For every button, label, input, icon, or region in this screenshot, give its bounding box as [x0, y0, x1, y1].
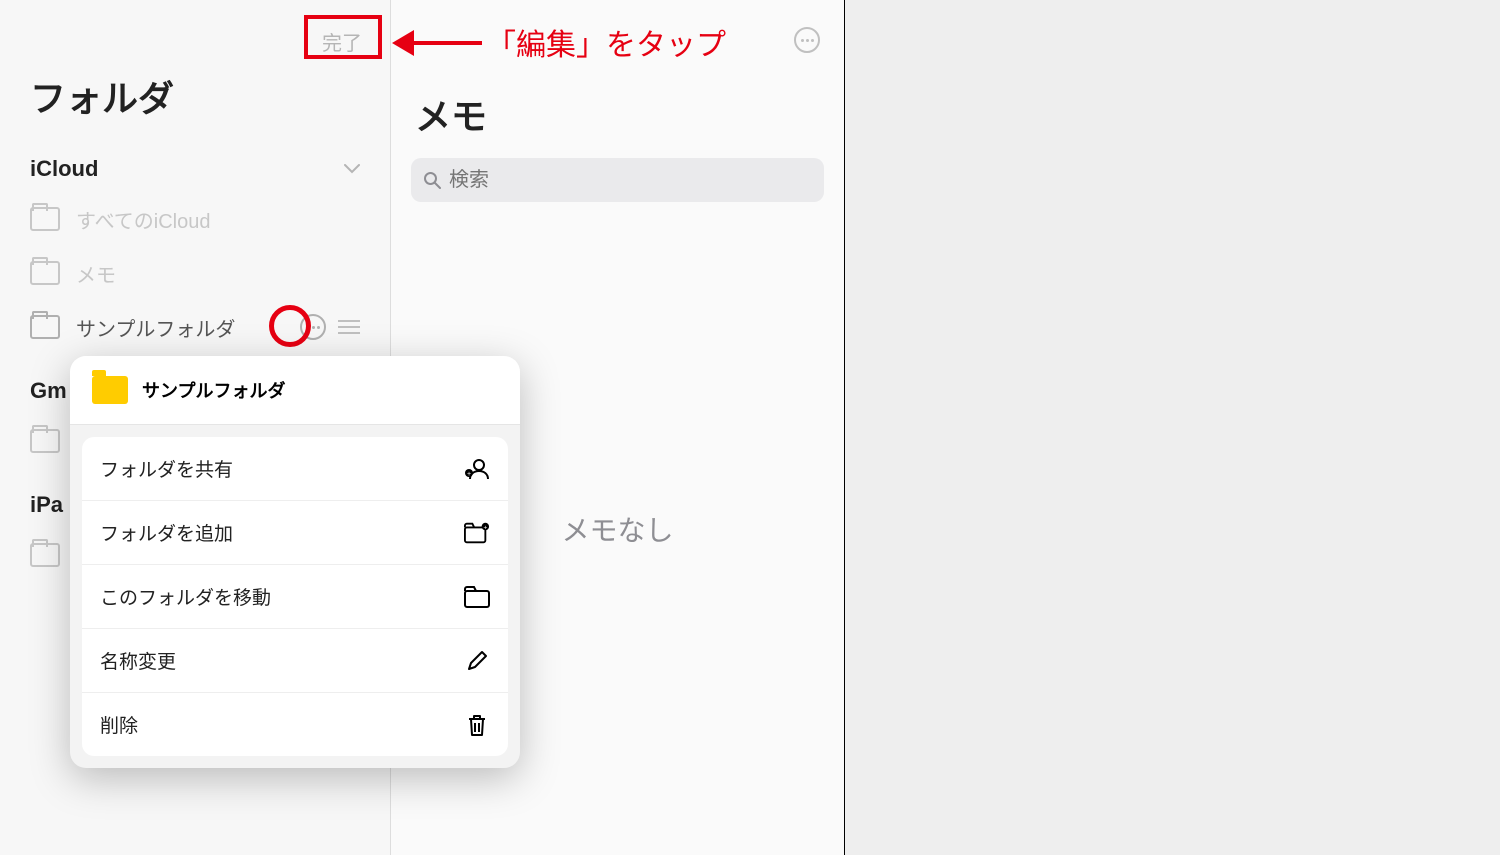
folder-icon [30, 261, 60, 285]
trash-icon [464, 712, 490, 738]
folder-label: サンプルフォルダ [76, 313, 235, 342]
popup-header: サンプルフォルダ [70, 356, 520, 425]
search-icon [423, 171, 441, 189]
folder-memo[interactable]: メモ [30, 246, 360, 300]
folder-label: すべてのiCloud [76, 205, 211, 234]
folder-icon [30, 543, 60, 567]
annotation-arrow: 「編集」をタップ [392, 20, 726, 64]
svg-text:+: + [467, 471, 471, 478]
menu-label: 削除 [100, 711, 138, 738]
menu-label: フォルダを追加 [100, 519, 233, 546]
menu-label: このフォルダを移動 [100, 583, 271, 610]
folder-sample[interactable]: サンプルフォルダ [30, 300, 360, 354]
menu-move-folder[interactable]: このフォルダを移動 [82, 565, 508, 629]
notes-app: フォルダ iCloud すべてのiCloud メモ サンプルフォルダ [0, 0, 845, 855]
section-label: iPa [30, 492, 63, 518]
share-person-icon: + [464, 456, 490, 482]
section-icloud: iCloud すべてのiCloud メモ サンプルフォルダ [0, 146, 390, 354]
menu-share-folder[interactable]: フォルダを共有 + [82, 437, 508, 501]
annotation-text: 「編集」をタップ [486, 20, 726, 64]
chevron-down-icon [344, 164, 360, 174]
popup-title: サンプルフォルダ [142, 377, 285, 403]
drag-handle-icon[interactable] [338, 320, 360, 334]
section-label: Gm [30, 378, 67, 404]
pencil-icon [464, 648, 490, 674]
menu-rename[interactable]: 名称変更 [82, 629, 508, 693]
menu-delete[interactable]: 削除 [82, 693, 508, 756]
more-icon[interactable] [794, 27, 820, 53]
svg-text:+: + [483, 524, 487, 531]
folder-plus-icon: + [464, 520, 490, 546]
section-header-icloud[interactable]: iCloud [30, 146, 360, 192]
menu-label: 名称変更 [100, 647, 176, 674]
folder-icon [30, 315, 60, 339]
folder-label: メモ [76, 259, 116, 288]
folder-icon [464, 584, 490, 610]
menu-label: フォルダを共有 [100, 455, 233, 482]
folder-icon [92, 376, 128, 404]
folder-context-popup: サンプルフォルダ フォルダを共有 + フォルダを追加 + このフォルダを移動 [70, 356, 520, 768]
notes-title: メモ [391, 60, 844, 158]
search-field[interactable] [411, 158, 824, 202]
folder-icon [30, 207, 60, 231]
folder-all-icloud[interactable]: すべてのiCloud [30, 192, 360, 246]
context-menu: フォルダを共有 + フォルダを追加 + このフォルダを移動 [82, 437, 508, 756]
more-icon[interactable] [300, 314, 326, 340]
detail-pane-placeholder [846, 0, 1500, 855]
done-button[interactable]: 完了 [322, 27, 362, 56]
search-input[interactable] [449, 169, 812, 192]
section-label: iCloud [30, 156, 98, 182]
folder-icon [30, 429, 60, 453]
menu-add-folder[interactable]: フォルダを追加 + [82, 501, 508, 565]
